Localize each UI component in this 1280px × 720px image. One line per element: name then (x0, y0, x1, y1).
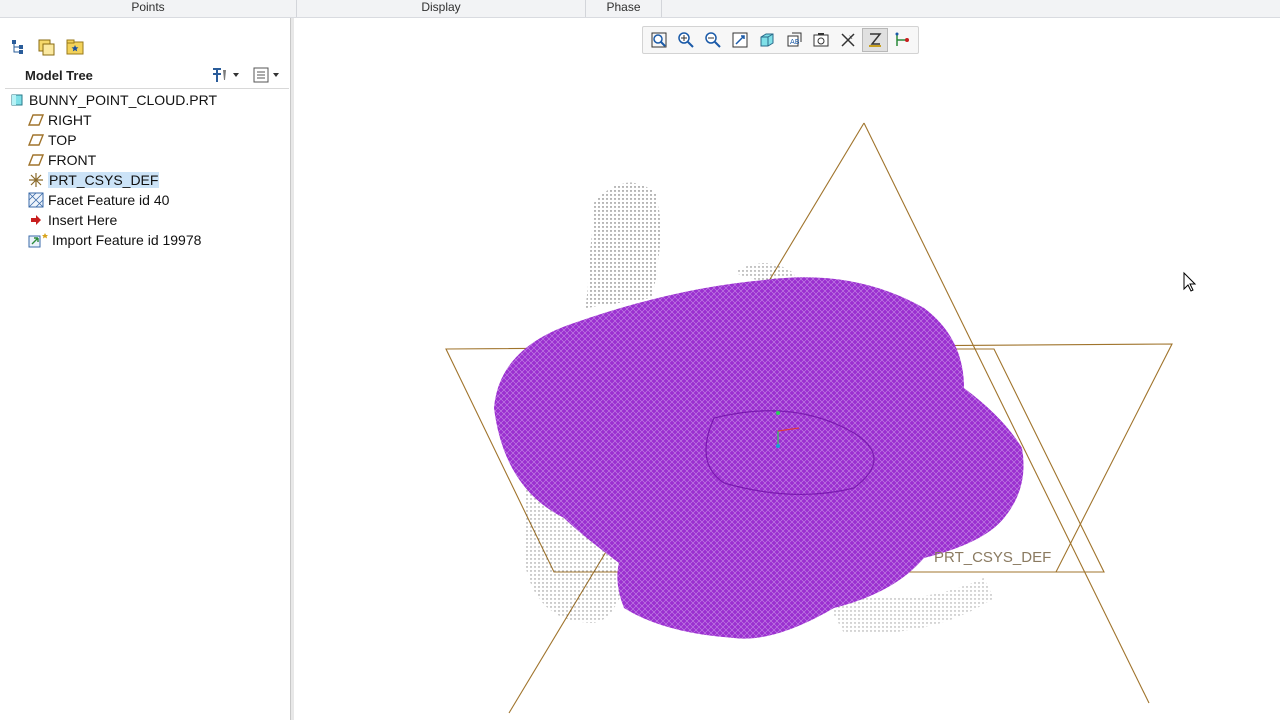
tree-item-label: Insert Here (48, 212, 118, 228)
tree-settings-icon (210, 66, 230, 84)
tree-item-label: TOP (48, 132, 77, 148)
favorites-folder-tab-icon[interactable] (64, 36, 86, 58)
ribbon-group-phase[interactable]: Phase (586, 0, 662, 17)
tree-item-front[interactable]: FRONT (0, 150, 290, 170)
chevron-down-icon (273, 73, 279, 77)
tree-item-facet-feature[interactable]: Facet Feature id 40 (0, 190, 290, 210)
model-tree: BUNNY_POINT_CLOUD.PRT RIGHT TOP FRONT PR… (0, 90, 290, 250)
tree-item-label: FRONT (48, 152, 97, 168)
datum-plane-icon (28, 152, 44, 168)
tree-item-right[interactable]: RIGHT (0, 110, 290, 130)
graphics-window[interactable]: AB x PRT_CSYS_DEF (294, 18, 1280, 720)
navigator-tabs (8, 36, 86, 58)
tree-item-import-feature[interactable]: Import Feature id 19978 (0, 230, 290, 250)
tree-show-icon (252, 66, 270, 84)
facet-feature-icon (28, 192, 44, 208)
import-feature-icon (28, 232, 52, 248)
tree-item-label: PRT_CSYS_DEF (48, 172, 160, 188)
ribbon-group-display[interactable]: Display (297, 0, 586, 17)
tree-item-label: Facet Feature id 40 (48, 192, 170, 208)
insert-arrow-icon (28, 212, 44, 228)
navigator-panel: Model Tree BUNNY_POINT_CLOUD.PRT RIGHT T… (0, 18, 294, 720)
tree-settings-button[interactable] (210, 65, 239, 85)
tree-item-insert-here[interactable]: Insert Here (0, 210, 290, 230)
ribbon-group-bar: Points Display Phase (0, 0, 1280, 18)
tree-item-csys[interactable]: PRT_CSYS_DEF (0, 170, 290, 190)
csys-icon (28, 172, 44, 188)
tree-show-button[interactable] (252, 65, 279, 85)
mouse-cursor-icon (1183, 271, 1197, 292)
layers-tab-icon[interactable] (36, 36, 58, 58)
scene-3d[interactable]: PRT_CSYS_DEF (294, 18, 1280, 720)
csys-label: PRT_CSYS_DEF (934, 549, 1051, 566)
tree-item-label: Import Feature id 19978 (52, 232, 202, 248)
tree-item-part[interactable]: BUNNY_POINT_CLOUD.PRT (0, 90, 290, 110)
model-tree-tab-icon[interactable] (8, 36, 30, 58)
part-icon (9, 92, 25, 108)
tree-item-label: BUNNY_POINT_CLOUD.PRT (29, 92, 218, 108)
datum-plane-icon (28, 112, 44, 128)
model-tree-header: Model Tree (5, 64, 289, 89)
tree-item-label: RIGHT (48, 112, 92, 128)
ribbon-group-points[interactable]: Points (0, 0, 297, 17)
model-tree-title: Model Tree (25, 68, 93, 83)
chevron-down-icon (233, 73, 239, 77)
datum-plane-icon (28, 132, 44, 148)
tree-item-top[interactable]: TOP (0, 130, 290, 150)
